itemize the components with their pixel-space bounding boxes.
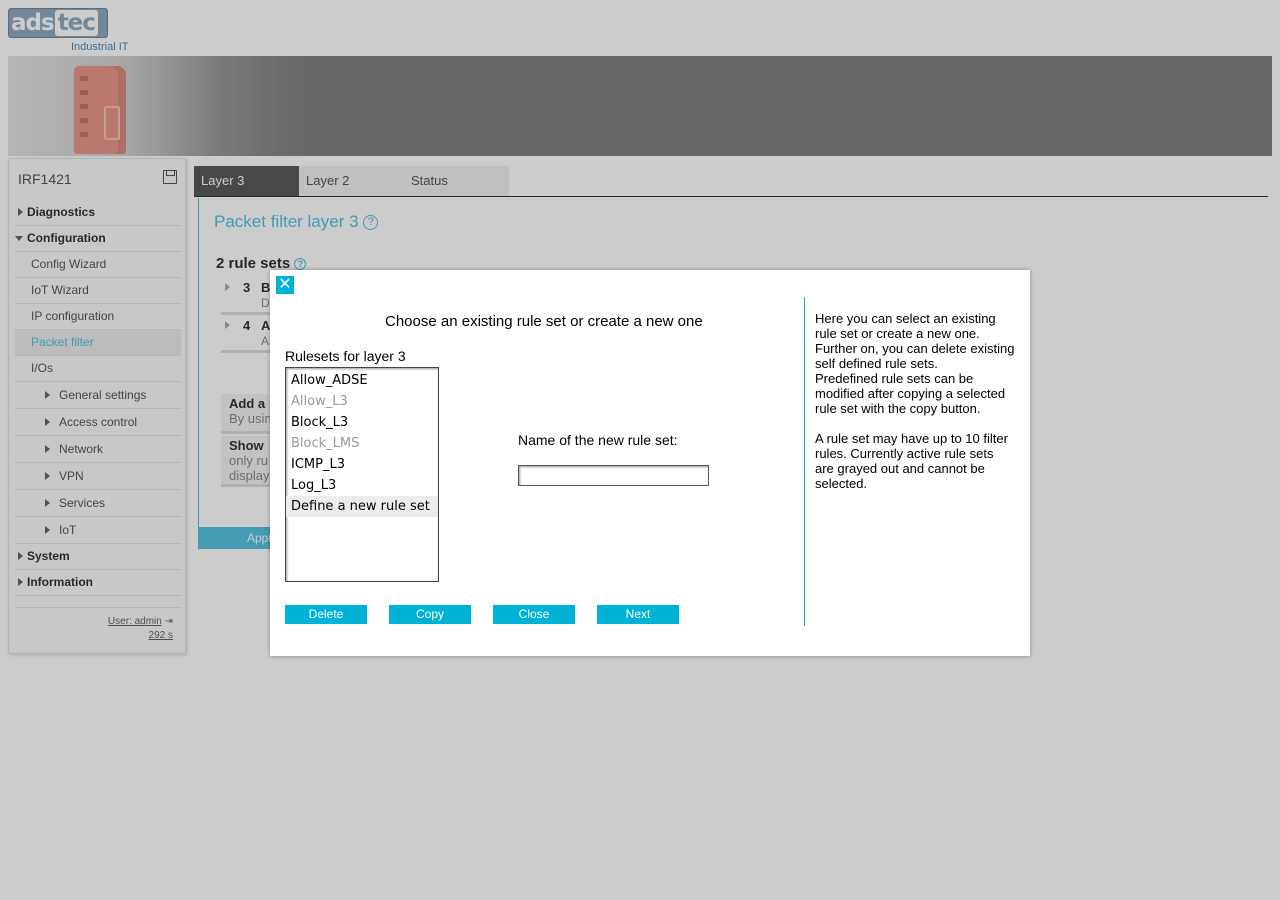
ruleset-option: Block_LMS — [291, 436, 360, 451]
new-ruleset-name-label: Name of the new rule set: — [518, 432, 678, 448]
ruleset-option[interactable]: ICMP_L3 — [286, 454, 438, 475]
dialog-heading: Choose an existing rule set or create a … — [385, 313, 703, 330]
ruleset-listbox[interactable]: Allow_ADSE Allow_L3 Block_L3 Block_LMS I… — [285, 367, 439, 582]
rulesets-label: Rulesets for layer 3 — [285, 348, 406, 364]
dialog-divider — [804, 297, 805, 626]
new-ruleset-name-input[interactable] — [518, 465, 709, 486]
next-button[interactable]: Next — [597, 605, 679, 624]
delete-button[interactable]: Delete — [285, 605, 367, 624]
close-icon[interactable]: ✕ — [276, 276, 294, 294]
ruleset-option: Allow_L3 — [291, 394, 348, 409]
dialog-help-text: Here you can select an existing rule set… — [815, 311, 1015, 491]
ruleset-option[interactable]: Log_L3 — [286, 475, 438, 496]
copy-button[interactable]: Copy — [389, 605, 471, 624]
ruleset-option[interactable]: Allow_ADSE — [286, 370, 438, 391]
ruleset-option-new[interactable]: Define a new rule set — [286, 496, 438, 517]
ruleset-dialog: ✕ Choose an existing rule set or create … — [270, 270, 1030, 656]
close-button[interactable]: Close — [493, 605, 575, 624]
ruleset-option[interactable]: Block_L3 — [286, 412, 438, 433]
